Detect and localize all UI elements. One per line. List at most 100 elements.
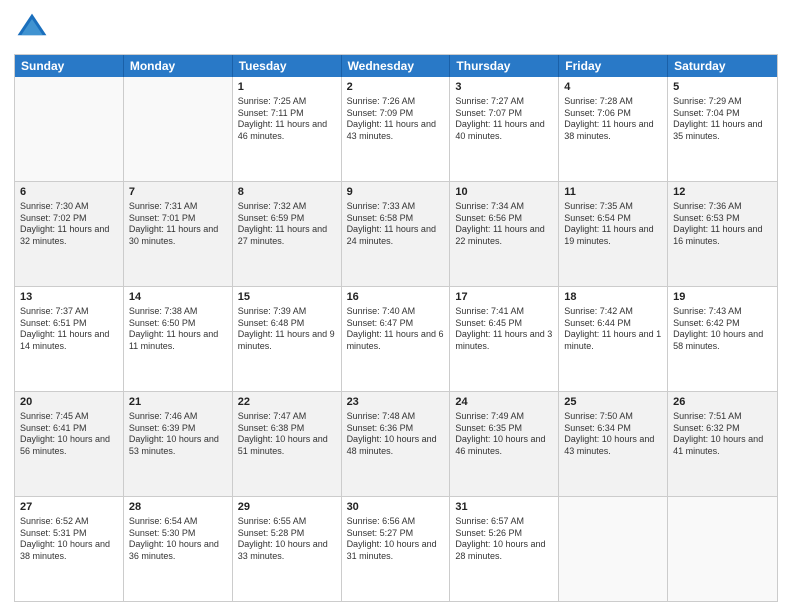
day-number: 27 — [20, 500, 118, 515]
day-number: 3 — [455, 80, 553, 95]
day-number: 29 — [238, 500, 336, 515]
cell-info: Sunrise: 7:37 AM Sunset: 6:51 PM Dayligh… — [20, 306, 118, 353]
day-number: 21 — [129, 395, 227, 410]
cal-cell: 19Sunrise: 7:43 AM Sunset: 6:42 PM Dayli… — [668, 287, 777, 391]
cell-info: Sunrise: 7:35 AM Sunset: 6:54 PM Dayligh… — [564, 201, 662, 248]
cal-cell — [559, 497, 668, 601]
cell-info: Sunrise: 6:57 AM Sunset: 5:26 PM Dayligh… — [455, 516, 553, 563]
day-number: 30 — [347, 500, 445, 515]
calendar-header: SundayMondayTuesdayWednesdayThursdayFrid… — [15, 55, 777, 77]
cal-cell: 16Sunrise: 7:40 AM Sunset: 6:47 PM Dayli… — [342, 287, 451, 391]
cal-cell: 10Sunrise: 7:34 AM Sunset: 6:56 PM Dayli… — [450, 182, 559, 286]
cell-info: Sunrise: 7:48 AM Sunset: 6:36 PM Dayligh… — [347, 411, 445, 458]
cal-cell: 17Sunrise: 7:41 AM Sunset: 6:45 PM Dayli… — [450, 287, 559, 391]
day-number: 28 — [129, 500, 227, 515]
day-number: 10 — [455, 185, 553, 200]
day-number: 16 — [347, 290, 445, 305]
cal-cell: 14Sunrise: 7:38 AM Sunset: 6:50 PM Dayli… — [124, 287, 233, 391]
cell-info: Sunrise: 7:26 AM Sunset: 7:09 PM Dayligh… — [347, 96, 445, 143]
cal-cell: 28Sunrise: 6:54 AM Sunset: 5:30 PM Dayli… — [124, 497, 233, 601]
cal-cell: 3Sunrise: 7:27 AM Sunset: 7:07 PM Daylig… — [450, 77, 559, 181]
day-number: 14 — [129, 290, 227, 305]
day-number: 11 — [564, 185, 662, 200]
day-number: 9 — [347, 185, 445, 200]
cal-cell: 15Sunrise: 7:39 AM Sunset: 6:48 PM Dayli… — [233, 287, 342, 391]
cal-row-1: 6Sunrise: 7:30 AM Sunset: 7:02 PM Daylig… — [15, 181, 777, 286]
day-number: 2 — [347, 80, 445, 95]
day-number: 5 — [673, 80, 772, 95]
day-number: 7 — [129, 185, 227, 200]
cal-header-monday: Monday — [124, 55, 233, 77]
cell-info: Sunrise: 6:55 AM Sunset: 5:28 PM Dayligh… — [238, 516, 336, 563]
cell-info: Sunrise: 7:31 AM Sunset: 7:01 PM Dayligh… — [129, 201, 227, 248]
day-number: 25 — [564, 395, 662, 410]
cell-info: Sunrise: 6:54 AM Sunset: 5:30 PM Dayligh… — [129, 516, 227, 563]
cal-row-0: 1Sunrise: 7:25 AM Sunset: 7:11 PM Daylig… — [15, 77, 777, 181]
cal-header-saturday: Saturday — [668, 55, 777, 77]
cell-info: Sunrise: 7:45 AM Sunset: 6:41 PM Dayligh… — [20, 411, 118, 458]
cal-header-wednesday: Wednesday — [342, 55, 451, 77]
cal-cell — [668, 497, 777, 601]
cal-cell: 30Sunrise: 6:56 AM Sunset: 5:27 PM Dayli… — [342, 497, 451, 601]
cell-info: Sunrise: 6:52 AM Sunset: 5:31 PM Dayligh… — [20, 516, 118, 563]
cell-info: Sunrise: 7:38 AM Sunset: 6:50 PM Dayligh… — [129, 306, 227, 353]
cal-cell: 18Sunrise: 7:42 AM Sunset: 6:44 PM Dayli… — [559, 287, 668, 391]
cal-cell: 20Sunrise: 7:45 AM Sunset: 6:41 PM Dayli… — [15, 392, 124, 496]
day-number: 17 — [455, 290, 553, 305]
cell-info: Sunrise: 7:40 AM Sunset: 6:47 PM Dayligh… — [347, 306, 445, 353]
cell-info: Sunrise: 7:33 AM Sunset: 6:58 PM Dayligh… — [347, 201, 445, 248]
cell-info: Sunrise: 7:43 AM Sunset: 6:42 PM Dayligh… — [673, 306, 772, 353]
cal-row-2: 13Sunrise: 7:37 AM Sunset: 6:51 PM Dayli… — [15, 286, 777, 391]
cal-cell: 12Sunrise: 7:36 AM Sunset: 6:53 PM Dayli… — [668, 182, 777, 286]
cell-info: Sunrise: 7:27 AM Sunset: 7:07 PM Dayligh… — [455, 96, 553, 143]
logo — [14, 10, 54, 46]
cal-cell: 2Sunrise: 7:26 AM Sunset: 7:09 PM Daylig… — [342, 77, 451, 181]
day-number: 18 — [564, 290, 662, 305]
cal-header-sunday: Sunday — [15, 55, 124, 77]
cell-info: Sunrise: 7:47 AM Sunset: 6:38 PM Dayligh… — [238, 411, 336, 458]
cal-cell: 1Sunrise: 7:25 AM Sunset: 7:11 PM Daylig… — [233, 77, 342, 181]
header — [14, 10, 778, 46]
cal-cell: 27Sunrise: 6:52 AM Sunset: 5:31 PM Dayli… — [15, 497, 124, 601]
calendar-body: 1Sunrise: 7:25 AM Sunset: 7:11 PM Daylig… — [15, 77, 777, 601]
cal-cell: 22Sunrise: 7:47 AM Sunset: 6:38 PM Dayli… — [233, 392, 342, 496]
day-number: 12 — [673, 185, 772, 200]
cell-info: Sunrise: 6:56 AM Sunset: 5:27 PM Dayligh… — [347, 516, 445, 563]
cal-row-4: 27Sunrise: 6:52 AM Sunset: 5:31 PM Dayli… — [15, 496, 777, 601]
cell-info: Sunrise: 7:28 AM Sunset: 7:06 PM Dayligh… — [564, 96, 662, 143]
cal-cell: 13Sunrise: 7:37 AM Sunset: 6:51 PM Dayli… — [15, 287, 124, 391]
cell-info: Sunrise: 7:29 AM Sunset: 7:04 PM Dayligh… — [673, 96, 772, 143]
cal-cell: 11Sunrise: 7:35 AM Sunset: 6:54 PM Dayli… — [559, 182, 668, 286]
day-number: 8 — [238, 185, 336, 200]
cal-cell: 29Sunrise: 6:55 AM Sunset: 5:28 PM Dayli… — [233, 497, 342, 601]
cal-cell — [15, 77, 124, 181]
cell-info: Sunrise: 7:50 AM Sunset: 6:34 PM Dayligh… — [564, 411, 662, 458]
day-number: 31 — [455, 500, 553, 515]
day-number: 22 — [238, 395, 336, 410]
cell-info: Sunrise: 7:32 AM Sunset: 6:59 PM Dayligh… — [238, 201, 336, 248]
cal-cell: 4Sunrise: 7:28 AM Sunset: 7:06 PM Daylig… — [559, 77, 668, 181]
cell-info: Sunrise: 7:49 AM Sunset: 6:35 PM Dayligh… — [455, 411, 553, 458]
cell-info: Sunrise: 7:39 AM Sunset: 6:48 PM Dayligh… — [238, 306, 336, 353]
day-number: 6 — [20, 185, 118, 200]
day-number: 19 — [673, 290, 772, 305]
cal-cell: 6Sunrise: 7:30 AM Sunset: 7:02 PM Daylig… — [15, 182, 124, 286]
cal-cell: 26Sunrise: 7:51 AM Sunset: 6:32 PM Dayli… — [668, 392, 777, 496]
cell-info: Sunrise: 7:30 AM Sunset: 7:02 PM Dayligh… — [20, 201, 118, 248]
cell-info: Sunrise: 7:51 AM Sunset: 6:32 PM Dayligh… — [673, 411, 772, 458]
day-number: 15 — [238, 290, 336, 305]
logo-icon — [14, 10, 50, 46]
cal-header-tuesday: Tuesday — [233, 55, 342, 77]
calendar: SundayMondayTuesdayWednesdayThursdayFrid… — [14, 54, 778, 602]
cal-cell — [124, 77, 233, 181]
day-number: 26 — [673, 395, 772, 410]
cell-info: Sunrise: 7:25 AM Sunset: 7:11 PM Dayligh… — [238, 96, 336, 143]
page: SundayMondayTuesdayWednesdayThursdayFrid… — [0, 0, 792, 612]
cal-cell: 25Sunrise: 7:50 AM Sunset: 6:34 PM Dayli… — [559, 392, 668, 496]
cal-cell: 7Sunrise: 7:31 AM Sunset: 7:01 PM Daylig… — [124, 182, 233, 286]
cal-cell: 8Sunrise: 7:32 AM Sunset: 6:59 PM Daylig… — [233, 182, 342, 286]
cell-info: Sunrise: 7:42 AM Sunset: 6:44 PM Dayligh… — [564, 306, 662, 353]
day-number: 4 — [564, 80, 662, 95]
day-number: 13 — [20, 290, 118, 305]
day-number: 24 — [455, 395, 553, 410]
